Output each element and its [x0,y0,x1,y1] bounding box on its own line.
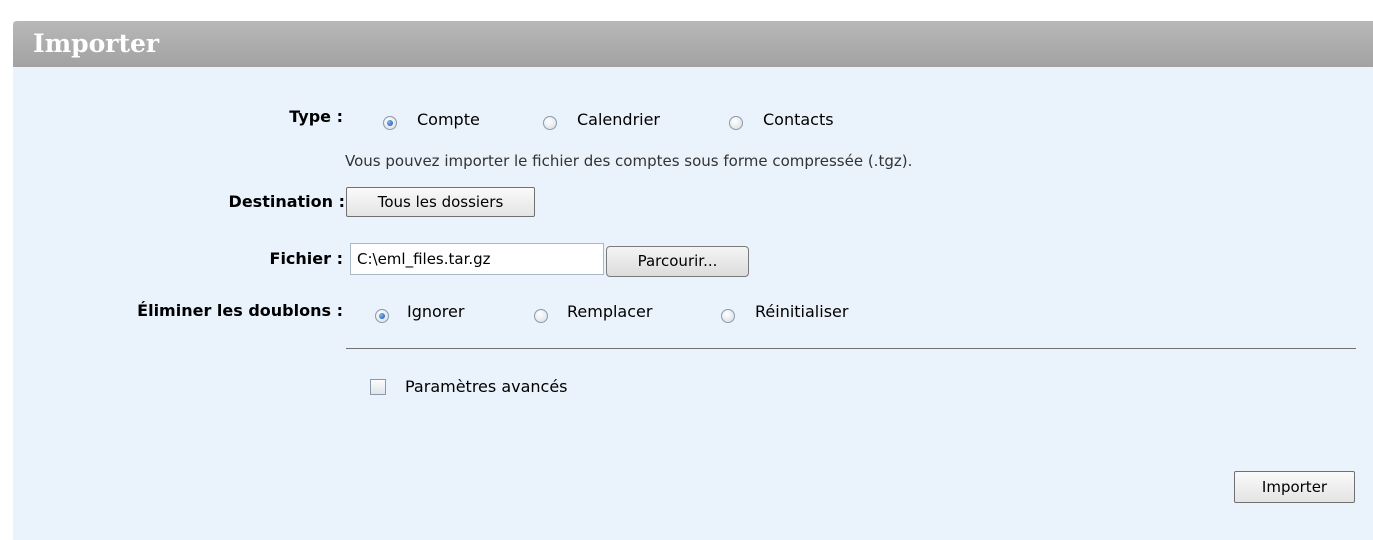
destination-button[interactable]: Tous les dossiers [346,187,535,217]
advanced-settings-label[interactable]: Paramètres avancés [405,377,568,396]
type-option-compte-label[interactable]: Compte [417,110,480,129]
duplicates-option-remplacer-label[interactable]: Remplacer [567,302,652,321]
destination-label: Destination : [228,192,345,211]
type-radio-compte[interactable] [383,116,397,130]
duplicates-option-reinitialiser-label[interactable]: Réinitialiser [755,302,848,321]
type-hint: Vous pouvez importer le fichier des comp… [345,152,913,170]
import-panel: Importer Type : Destination : Fichier : … [13,21,1373,540]
duplicates-radio-remplacer[interactable] [534,309,548,323]
section-divider [346,348,1356,349]
duplicates-radio-reinitialiser[interactable] [721,309,735,323]
import-button[interactable]: Importer [1234,471,1355,503]
type-radio-contacts[interactable] [729,116,743,130]
browse-button[interactable]: Parcourir... [606,246,749,277]
type-option-calendrier-label[interactable]: Calendrier [577,110,660,129]
duplicates-radio-ignorer[interactable] [375,309,389,323]
duplicates-label: Éliminer les doublons : [137,301,343,320]
type-radio-calendrier[interactable] [543,116,557,130]
file-label: Fichier : [269,249,343,268]
file-path-input[interactable] [350,243,604,275]
advanced-settings-checkbox[interactable] [370,379,386,395]
type-option-contacts-label[interactable]: Contacts [763,110,834,129]
type-label: Type : [289,107,343,126]
duplicates-option-ignorer-label[interactable]: Ignorer [407,302,464,321]
labels-column: Type : Destination : Fichier : Éliminer … [13,21,345,421]
